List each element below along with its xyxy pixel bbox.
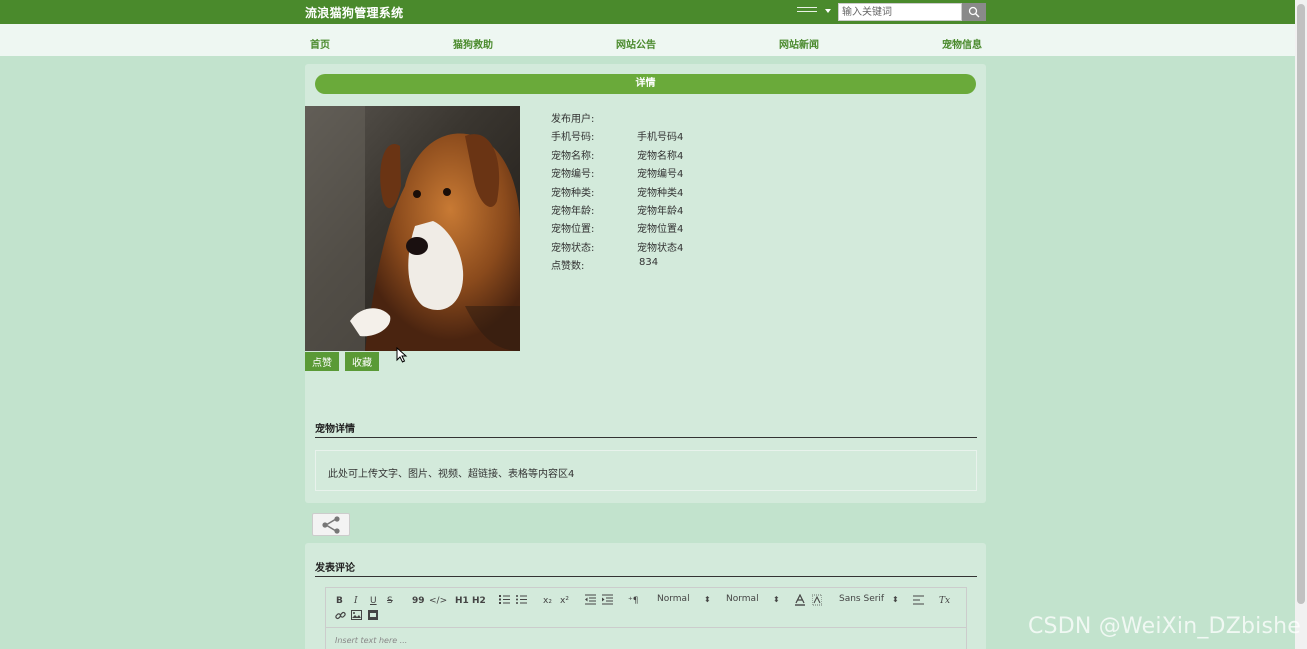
nav-item-news[interactable]: 网站新闻 [779, 36, 819, 51]
nav-item-pets[interactable]: 宠物信息 [942, 36, 982, 51]
pet-detail-content: 此处可上传文字、图片、视频、超链接、表格等内容区4 [315, 450, 977, 491]
field-value: 宠物编号4 [637, 169, 684, 181]
share-icon [322, 516, 340, 534]
favorite-button[interactable]: 收藏 [345, 352, 379, 371]
like-button[interactable]: 点赞 [305, 352, 339, 371]
superscript-button[interactable]: x² [560, 596, 569, 606]
top-bar: 流浪猫狗管理系统 [0, 0, 1295, 24]
field-label: 宠物年龄: [551, 205, 595, 217]
detail-header: 详情 [315, 74, 976, 94]
search-button[interactable] [962, 3, 986, 21]
detail-panel: 详情 点赞 收藏 发布用户: 手机号码: 手机号码4 宠物名称: 宠物名称4 宠… [305, 64, 986, 503]
ordered-list-icon [499, 595, 510, 604]
nav-item-home[interactable]: 首页 [310, 36, 330, 51]
section-title-pet-details: 宠物详情 [315, 424, 355, 435]
field-value: 宠物状态4 [637, 242, 684, 254]
ordered-list-button[interactable] [499, 594, 510, 608]
field-label: 宠物状态: [551, 242, 595, 254]
nav-item-announcements[interactable]: 网站公告 [616, 36, 656, 51]
indent-icon [602, 594, 613, 605]
italic-button[interactable]: I [354, 596, 358, 606]
divider [315, 437, 977, 438]
scrollbar-thumb[interactable] [1297, 4, 1305, 604]
align-button[interactable] [913, 595, 924, 608]
link-icon [335, 611, 346, 620]
search-icon [968, 6, 980, 18]
like-count: 834 [639, 257, 659, 269]
image-button[interactable] [351, 610, 362, 623]
field-value: 宠物位置4 [637, 224, 684, 236]
header-select-value: Normal [726, 594, 759, 604]
font-select-value: Sans Serif [839, 594, 885, 604]
h1-button[interactable]: H1 [455, 596, 469, 606]
field-value: 宠物种类4 [637, 187, 684, 199]
search-input[interactable] [838, 3, 962, 21]
menu-toggle[interactable] [797, 6, 833, 18]
field-label: 宠物位置: [551, 224, 595, 236]
header-select-arrows-icon: ⬍ [773, 595, 780, 604]
main-nav: 首页 猫狗救助 网站公告 网站新闻 宠物信息 [0, 24, 1295, 56]
pet-photo [305, 106, 520, 351]
watermark: CSDN @WeiXin_DZbishe [1028, 614, 1301, 639]
editor-toolbar: B I U S 99 </> H1 H2 x₂ x² ⁺¶ Normal ⬍ N… [326, 588, 966, 628]
font-select[interactable]: Sans Serif [839, 594, 884, 604]
background-color-icon [811, 594, 823, 606]
size-select[interactable]: Normal [657, 594, 690, 604]
bullet-list-button[interactable] [516, 594, 527, 608]
image-icon [351, 610, 362, 620]
clear-format-button[interactable]: Tx [939, 596, 950, 606]
h2-button[interactable]: H2 [472, 596, 486, 606]
blockquote-button[interactable]: 99 [412, 596, 425, 606]
field-label: 宠物种类: [551, 187, 595, 199]
video-button[interactable] [368, 610, 378, 623]
outdent-icon [585, 594, 596, 605]
dog-image [305, 106, 520, 351]
code-block-button[interactable]: </> [429, 596, 447, 606]
caret-down-icon [825, 9, 831, 13]
field-label: 宠物编号: [551, 169, 595, 181]
text-color-icon [795, 593, 805, 606]
site-title[interactable]: 流浪猫狗管理系统 [305, 4, 403, 21]
strike-button[interactable]: S [387, 596, 393, 606]
font-select-arrows-icon: ⬍ [892, 595, 899, 604]
indent-button[interactable] [602, 594, 613, 608]
align-left-icon [913, 595, 924, 605]
field-label: 手机号码: [551, 132, 595, 144]
size-select-value: Normal [657, 594, 690, 604]
video-icon [368, 610, 378, 620]
mouse-cursor-icon [396, 347, 408, 363]
editor-content-area[interactable]: Insert text here ... [335, 636, 407, 645]
field-value: 宠物名称4 [637, 150, 684, 162]
hamburger-icon [797, 7, 817, 15]
underline-button[interactable]: U [370, 596, 377, 606]
field-label: 宠物名称: [551, 150, 595, 162]
background-color-button[interactable] [811, 594, 823, 609]
bold-button[interactable]: B [336, 596, 343, 606]
size-select-arrows-icon: ⬍ [704, 595, 711, 604]
outdent-button[interactable] [585, 594, 596, 608]
text-color-button[interactable] [795, 593, 805, 609]
link-button[interactable] [335, 610, 346, 624]
page-scrollbar[interactable] [1295, 0, 1307, 649]
bullet-list-icon [516, 595, 527, 604]
field-label: 发布用户: [551, 114, 595, 125]
text-direction-button[interactable]: ⁺¶ [628, 596, 638, 606]
field-label: 点赞数: [551, 261, 585, 273]
header-select[interactable]: Normal [726, 594, 759, 604]
field-value: 手机号码4 [637, 132, 684, 144]
share-button[interactable] [312, 513, 350, 536]
divider [315, 576, 977, 577]
nav-item-rescue[interactable]: 猫狗救助 [453, 36, 493, 51]
subscript-button[interactable]: x₂ [543, 596, 552, 606]
comment-panel: 发表评论 B I U S 99 </> H1 H2 x₂ x² ⁺¶ Norma… [305, 543, 986, 649]
rich-text-editor: B I U S 99 </> H1 H2 x₂ x² ⁺¶ Normal ⬍ N… [325, 587, 967, 649]
field-value: 宠物年龄4 [637, 205, 684, 217]
section-title-comment: 发表评论 [315, 563, 355, 574]
